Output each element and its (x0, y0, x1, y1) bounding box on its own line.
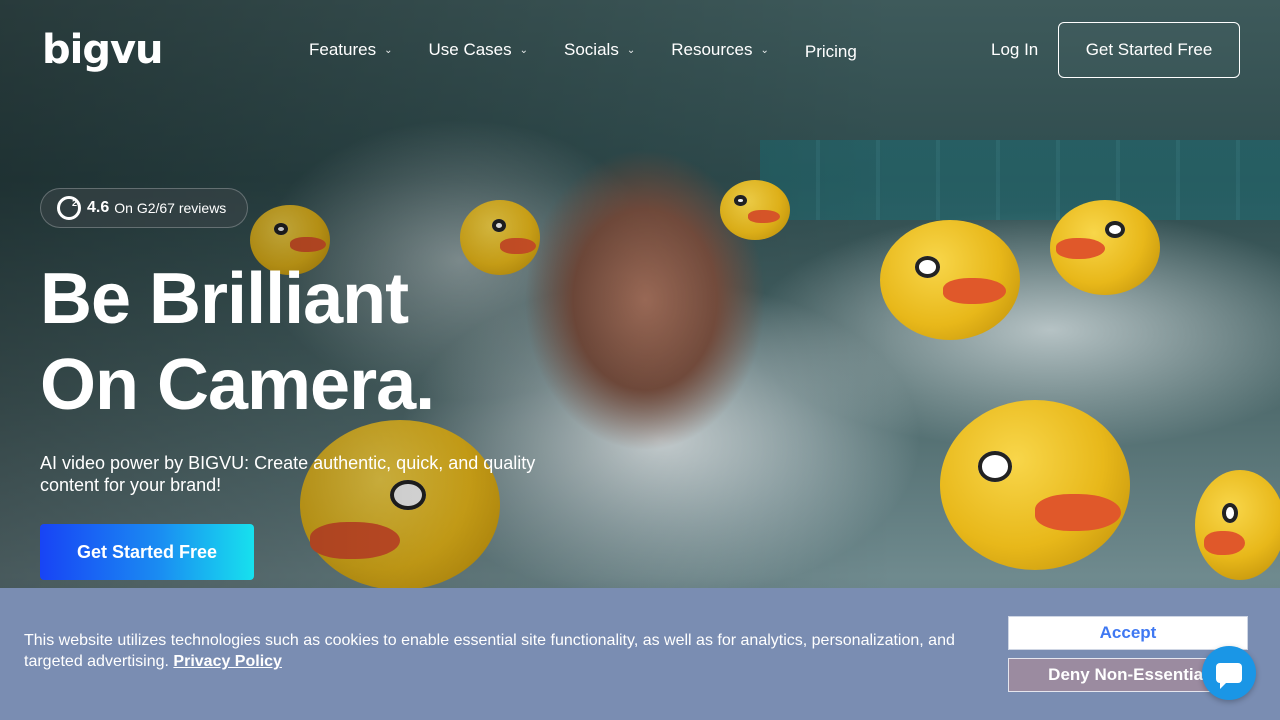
chat-icon (1216, 663, 1242, 689)
accept-cookies-button[interactable]: Accept (1008, 616, 1248, 650)
hero-headline: Be Brilliant On Camera. (40, 256, 435, 428)
header-get-started-button[interactable]: Get Started Free (1058, 22, 1240, 78)
nav-label: Features (309, 40, 377, 59)
chevron-down-icon: ⌄ (760, 44, 769, 56)
hero-get-started-button[interactable]: Get Started Free (40, 524, 254, 580)
chevron-down-icon: ⌄ (626, 44, 636, 56)
chat-widget-button[interactable] (1202, 646, 1256, 700)
nav-label: Socials (564, 40, 619, 59)
nav-label: Resources (671, 40, 753, 59)
privacy-policy-link[interactable]: Privacy Policy (173, 653, 282, 670)
rating-reviews-text: On G2/67 reviews (114, 200, 227, 216)
bigvu-logo[interactable]: bigvu (42, 26, 164, 74)
chevron-down-icon: ⌄ (384, 44, 393, 56)
nav-label: Pricing (804, 42, 857, 61)
headline-line-1: Be Brilliant (40, 259, 409, 339)
nav-pricing[interactable]: Pricing (805, 38, 857, 66)
nav-label: Use Cases (428, 40, 512, 59)
cookie-banner: This website utilizes technologies such … (0, 588, 1280, 720)
rating-score: 4.6 (87, 199, 110, 216)
hero-subtitle: AI video power by BIGVU: Create authenti… (40, 453, 536, 495)
cookie-message: This website utilizes technologies such … (24, 630, 964, 672)
nav-use-cases[interactable]: Use Cases ⌄ (428, 36, 528, 64)
main-nav: Features ⌄ Use Cases ⌄ Socials ⌄ Resourc… (309, 36, 893, 66)
g2-rating-badge[interactable]: 2 4.6 On G2/67 reviews (40, 188, 248, 228)
cookie-text: This website utilizes technologies such … (24, 632, 955, 670)
nav-features[interactable]: Features ⌄ (309, 36, 392, 64)
nav-socials[interactable]: Socials ⌄ (564, 36, 635, 64)
chevron-down-icon: ⌄ (519, 44, 529, 56)
nav-resources[interactable]: Resources ⌄ (671, 36, 769, 64)
headline-line-2: On Camera. (40, 345, 435, 425)
login-link[interactable]: Log In (991, 40, 1038, 60)
g2-icon: 2 (57, 196, 81, 220)
